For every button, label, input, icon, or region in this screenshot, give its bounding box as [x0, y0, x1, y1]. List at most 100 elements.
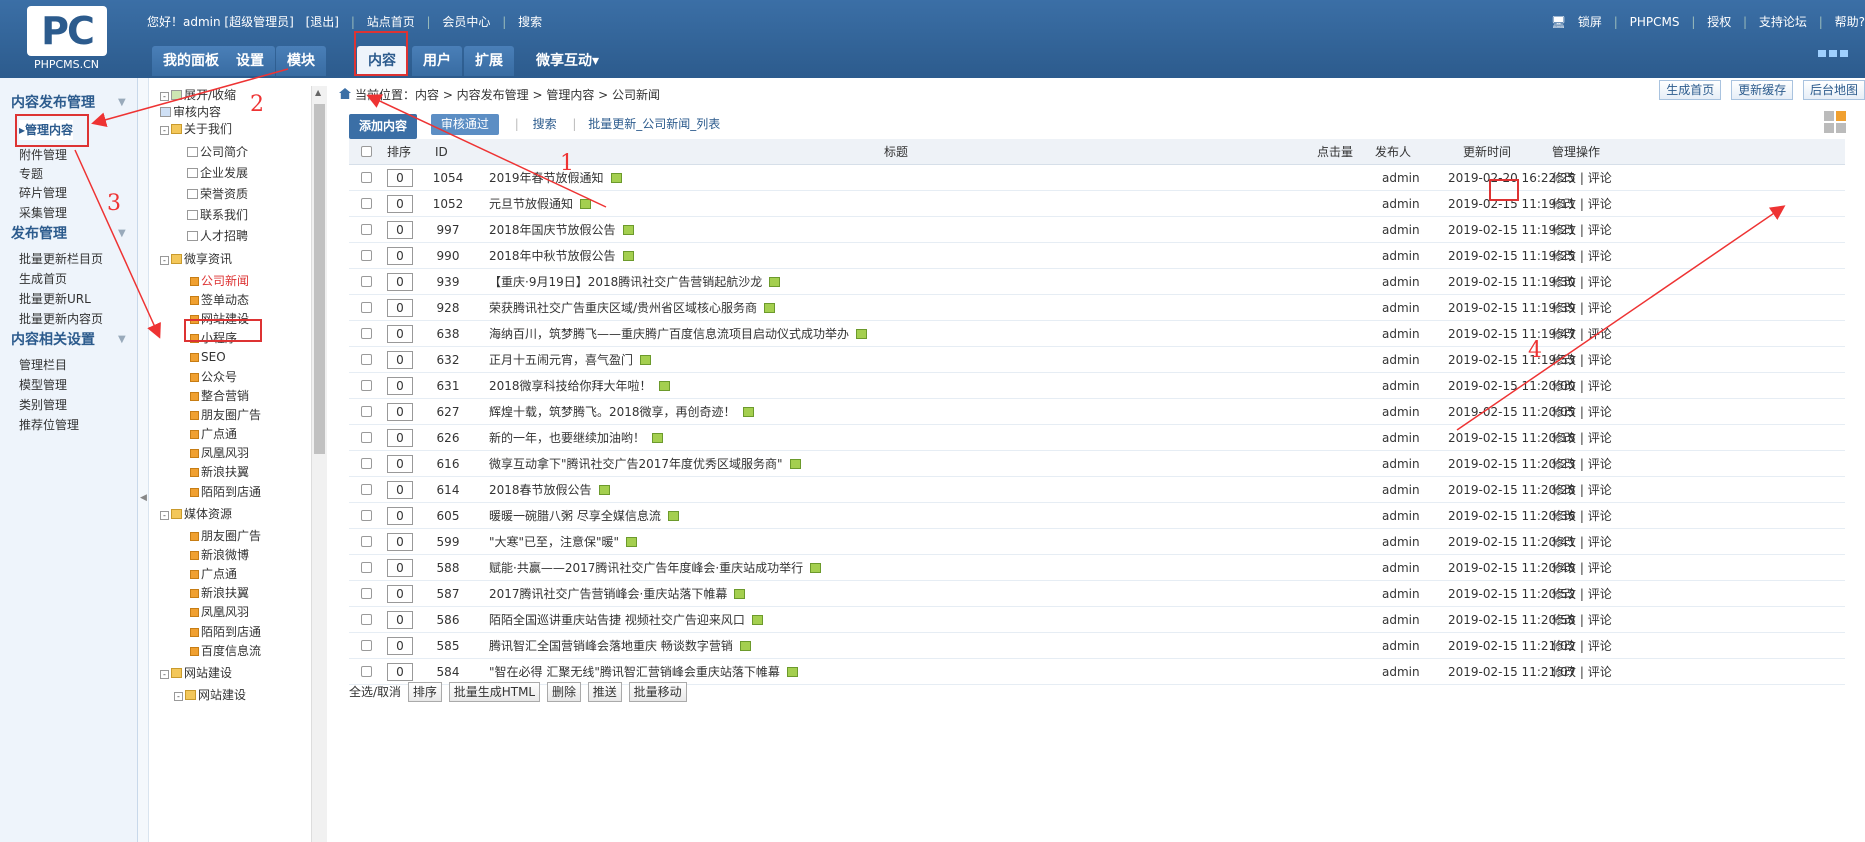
row-author[interactable]: admin [1382, 659, 1420, 685]
row-checkbox[interactable] [361, 321, 372, 348]
order-input[interactable]: 0 [387, 607, 413, 633]
tree-node[interactable]: 公众号 [190, 367, 237, 387]
preview-icon[interactable] [652, 433, 664, 443]
tree-node[interactable]: 人才招聘 [187, 226, 248, 246]
preview-icon[interactable] [734, 589, 746, 599]
row-checkbox[interactable] [361, 269, 372, 296]
preview-icon[interactable] [751, 615, 763, 625]
row-checkbox[interactable] [361, 425, 372, 452]
edit-link[interactable]: 修改 [1552, 639, 1576, 653]
row-title-link[interactable]: 2018年国庆节放假公告 [489, 223, 616, 237]
sidebar-section-content-publish[interactable]: 内容发布管理 [11, 93, 95, 113]
push-button[interactable]: 推送 [587, 682, 622, 702]
sidebar-section-content-settings[interactable]: 内容相关设置 [11, 330, 95, 350]
preview-icon[interactable] [764, 303, 776, 313]
order-input[interactable]: 0 [387, 425, 413, 451]
preview-icon[interactable] [769, 277, 781, 287]
preview-icon[interactable] [739, 641, 751, 651]
edit-link[interactable]: 修改 [1552, 223, 1576, 237]
batch-html-button[interactable]: 批量生成HTML [448, 682, 541, 702]
edit-link[interactable]: 修改 [1552, 457, 1576, 471]
row-checkbox[interactable] [361, 607, 372, 634]
row-author[interactable]: admin [1382, 295, 1420, 321]
home-icon[interactable] [339, 88, 351, 99]
row-author[interactable]: admin [1382, 321, 1420, 347]
order-input[interactable]: 0 [387, 191, 413, 217]
collapse-arrow-icon[interactable]: ▼ [118, 334, 126, 345]
row-author[interactable]: admin [1382, 347, 1420, 373]
order-input[interactable]: 0 [387, 321, 413, 347]
edit-link[interactable]: 修改 [1552, 509, 1576, 523]
update-cache-button[interactable]: 更新缓存 [1731, 80, 1794, 100]
preview-icon[interactable] [667, 511, 679, 521]
member-center-link[interactable]: 会员中心 [442, 15, 490, 29]
comment-link[interactable]: 评论 [1588, 405, 1612, 419]
select-all-checkbox[interactable] [361, 139, 372, 166]
tree-node[interactable]: 整合营销 [190, 386, 249, 406]
preview-icon[interactable] [742, 407, 754, 417]
row-author[interactable]: admin [1382, 555, 1420, 581]
row-title-link[interactable]: 海纳百川，筑梦腾飞——重庆腾广百度信息流项目启动仪式成功举办 [489, 327, 849, 341]
comment-link[interactable]: 评论 [1588, 353, 1612, 367]
tree-node[interactable]: 百度信息流 [190, 641, 261, 661]
nav-users[interactable]: 用户 [412, 46, 462, 76]
admin-map-button[interactable]: 后台地图 [1802, 80, 1865, 100]
order-input[interactable]: 0 [387, 451, 413, 477]
license-link[interactable]: 授权 [1707, 15, 1731, 29]
tree-node[interactable]: 陌陌到店通 [190, 622, 261, 642]
order-input[interactable]: 0 [387, 529, 413, 555]
sort-button[interactable]: 排序 [407, 682, 442, 702]
sidebar-item-batch-content[interactable]: 批量更新内容页 [19, 309, 103, 329]
logout-link[interactable]: [退出] [306, 15, 339, 29]
tree-node[interactable]: 凤凰风羽 [190, 443, 249, 463]
tree-node-company-news[interactable]: 公司新闻 [190, 271, 249, 291]
order-input[interactable]: 0 [387, 295, 413, 321]
scrollbar-thumb[interactable] [314, 104, 325, 454]
preview-icon[interactable] [856, 329, 868, 339]
search-link[interactable]: 搜索 [518, 15, 542, 29]
edit-link[interactable]: 修改 [1552, 275, 1576, 289]
audit-pass-button[interactable]: 审核通过 [430, 114, 499, 135]
row-title-link[interactable]: 腾讯智汇全国营销峰会落地重庆 畅谈数字营销 [489, 639, 733, 653]
row-title-link[interactable]: 暖暖一碗腊八粥 尽享全媒信息流 [489, 509, 661, 523]
order-input[interactable]: 0 [387, 581, 413, 607]
comment-link[interactable]: 评论 [1588, 275, 1612, 289]
row-title-link[interactable]: 辉煌十载，筑梦腾飞。2018微享，再创奇迹！ [489, 405, 736, 419]
row-title-link[interactable]: 陌陌全国巡讲重庆站告捷 视频社交广告迎来风口 [489, 613, 745, 627]
comment-link[interactable]: 评论 [1588, 301, 1612, 315]
layout-toggle-icon[interactable] [1824, 111, 1848, 135]
preview-icon[interactable] [610, 173, 622, 183]
comment-link[interactable]: 评论 [1588, 509, 1612, 523]
tree-node[interactable]: 广点通 [190, 424, 237, 444]
row-title-link[interactable]: "智在必得 汇聚无线"腾讯智汇营销峰会重庆站落下帷幕 [489, 665, 780, 679]
row-title-link[interactable]: 新的一年，也要继续加油哟！ [489, 431, 645, 445]
tree-node[interactable]: - 关于我们 [160, 119, 232, 139]
comment-link[interactable]: 评论 [1588, 639, 1612, 653]
tree-node[interactable]: - 网站建设 [160, 663, 232, 683]
tree-node[interactable]: 荣誉资质 [187, 184, 248, 204]
comment-link[interactable]: 评论 [1588, 613, 1612, 627]
sidebar-item-gen-home[interactable]: 生成首页 [19, 269, 67, 289]
row-title-link[interactable]: 2018微享科技给你拜大年啦！ [489, 379, 652, 393]
row-author[interactable]: admin [1382, 399, 1420, 425]
row-title-link[interactable]: 赋能·共赢——2017腾讯社交广告年度峰会·重庆站成功举行 [489, 561, 803, 575]
row-checkbox[interactable] [361, 503, 372, 530]
row-title-link[interactable]: 元旦节放假通知 [489, 197, 573, 211]
sidebar-item-special[interactable]: 专题 [19, 164, 43, 184]
row-checkbox[interactable] [361, 555, 372, 582]
comment-link[interactable]: 评论 [1588, 561, 1612, 575]
help-link[interactable]: 帮助? [1835, 15, 1865, 29]
row-checkbox[interactable] [361, 217, 372, 244]
comment-link[interactable]: 评论 [1588, 587, 1612, 601]
row-title-link[interactable]: 2018年中秋节放假公告 [489, 249, 616, 263]
lock-screen-link[interactable]: 🖥 锁屏 [1551, 15, 1602, 29]
row-title-link[interactable]: 荣获腾讯社交广告重庆区域/贵州省区域核心服务商 [489, 301, 757, 315]
comment-link[interactable]: 评论 [1588, 457, 1612, 471]
edit-link[interactable]: 修改 [1552, 483, 1576, 497]
row-author[interactable]: admin [1382, 581, 1420, 607]
row-title-link[interactable]: 微享互动拿下"腾讯社交广告2017年度优秀区域服务商" [489, 457, 783, 471]
comment-link[interactable]: 评论 [1588, 327, 1612, 341]
collapse-arrow-icon[interactable]: ▼ [118, 228, 126, 239]
preview-icon[interactable] [598, 485, 610, 495]
row-author[interactable]: admin [1382, 243, 1420, 269]
